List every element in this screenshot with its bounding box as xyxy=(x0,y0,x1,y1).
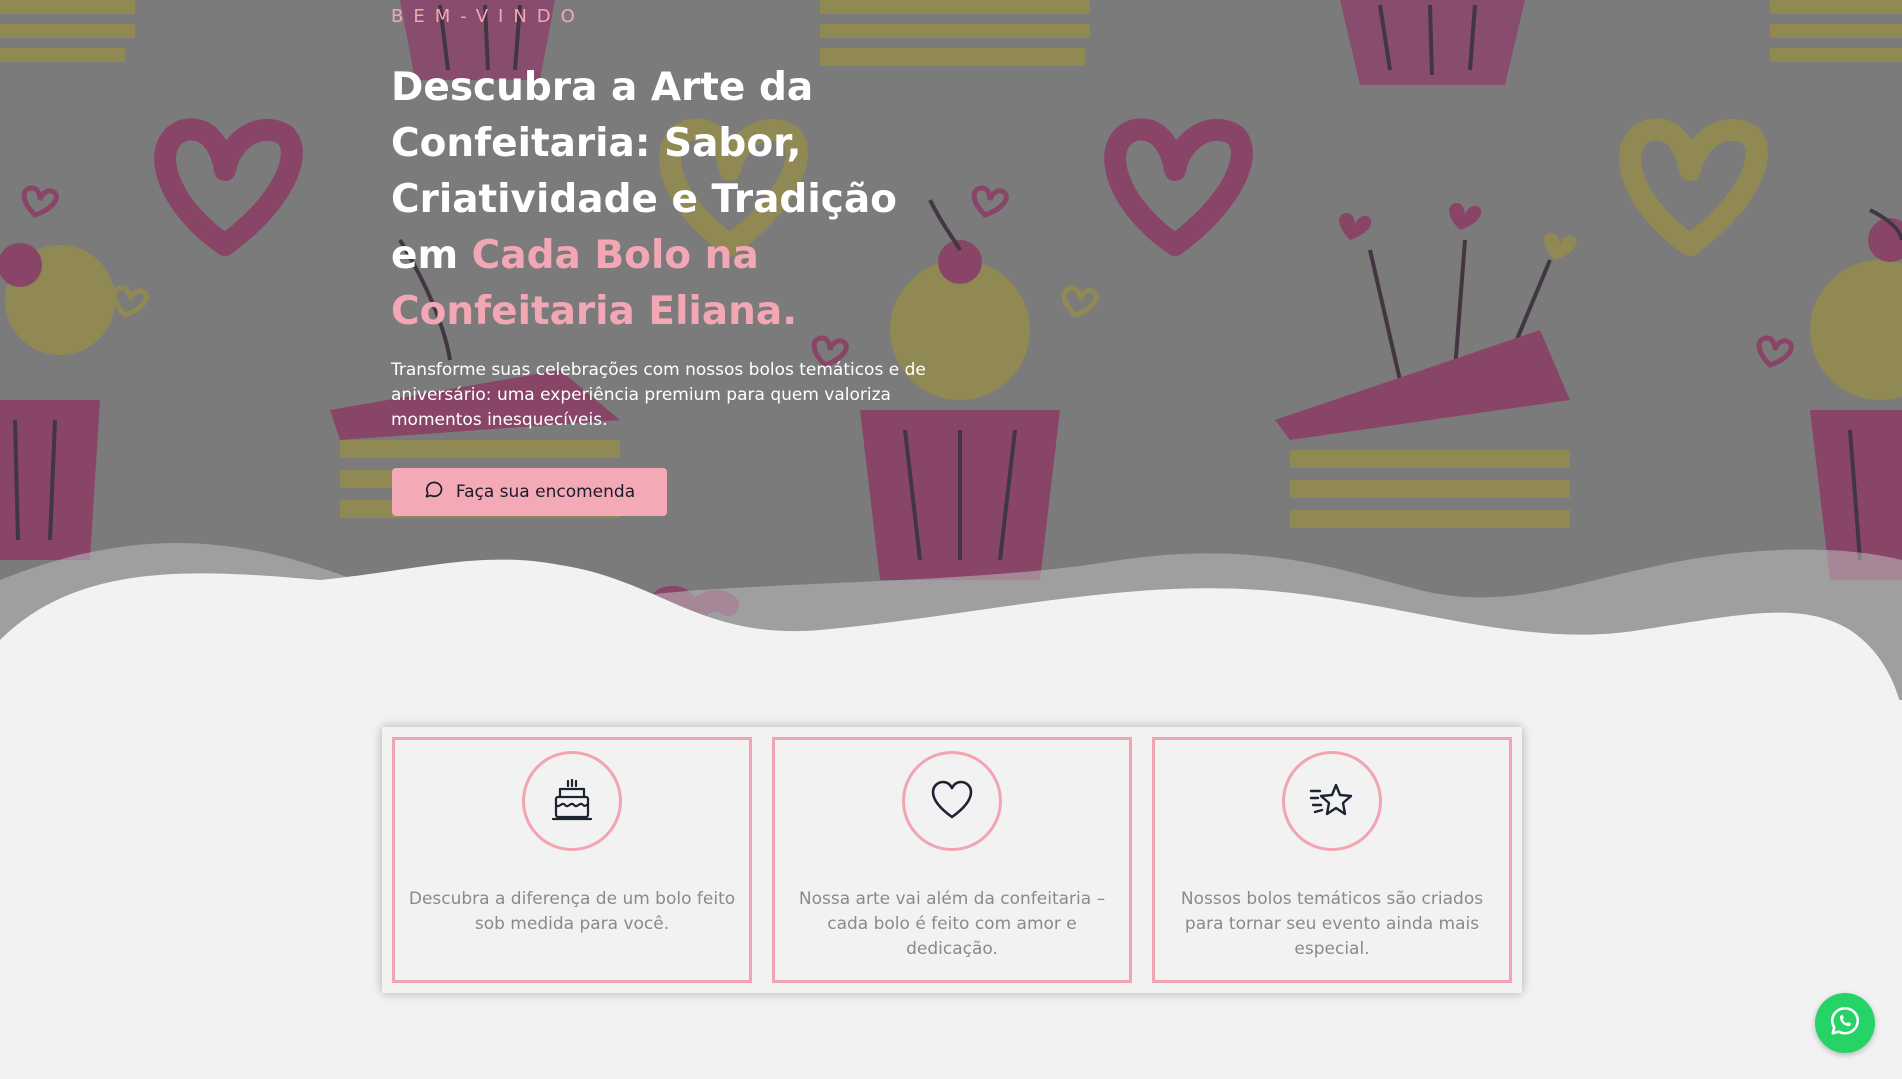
feature-text-custom: Descubra a diferença de um bolo feito so… xyxy=(408,889,736,934)
cake-icon xyxy=(522,751,622,851)
feature-card-themed: Nossos bolos temáticos são criados para … xyxy=(1152,737,1512,983)
welcome-eyebrow: BEM-VINDO xyxy=(391,6,585,27)
order-button-label: Faça sua encomenda xyxy=(455,482,636,502)
whatsapp-icon xyxy=(1828,1004,1862,1042)
order-button[interactable]: Faça sua encomenda xyxy=(392,468,667,516)
feature-text-love: Nossa arte vai além da confeitaria – cad… xyxy=(798,889,1106,959)
feature-card-custom: Descubra a diferença de um bolo feito so… xyxy=(392,737,752,983)
hero-headline: Descubra a Arte da Confeitaria: Sabor, C… xyxy=(391,60,951,340)
star-icon xyxy=(1282,751,1382,851)
chat-bubble-icon xyxy=(424,480,444,505)
wave-divider xyxy=(0,543,1902,700)
hero-subtitle: Transforme suas celebrações com nossos b… xyxy=(391,360,926,430)
feature-card-love: Nossa arte vai além da confeitaria – cad… xyxy=(772,737,1132,983)
hero-section: BEM-VINDO Descubra a Arte da Confeitaria… xyxy=(0,0,1902,700)
whatsapp-button[interactable] xyxy=(1815,993,1875,1053)
heart-icon xyxy=(902,751,1002,851)
page: BEM-VINDO Descubra a Arte da Confeitaria… xyxy=(0,0,1902,1079)
feature-text-themed: Nossos bolos temáticos são criados para … xyxy=(1180,889,1484,959)
features-section: Descubra a diferença de um bolo feito so… xyxy=(382,727,1522,993)
